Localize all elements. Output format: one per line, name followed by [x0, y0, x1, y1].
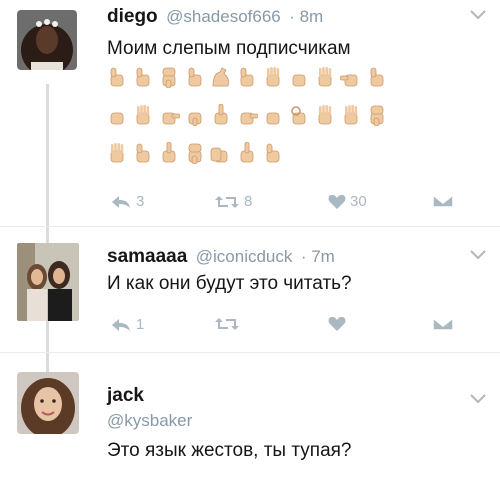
- raised-hand-icon: [131, 104, 155, 126]
- thumbs-down-icon: [157, 66, 181, 88]
- thumbs-up-icon: [105, 66, 129, 88]
- thumbs-up-icon: [131, 66, 155, 88]
- thumbs-up-icon: [131, 142, 155, 164]
- reply-button[interactable]: 3: [110, 193, 144, 210]
- fist-icon: [261, 104, 285, 126]
- direct-message-button[interactable]: [432, 193, 454, 209]
- ok-hand-icon: [287, 104, 311, 126]
- tweet-text: Моим слепым подписчикам: [107, 38, 351, 59]
- fist-icon: [105, 104, 129, 126]
- emoji-row: [105, 104, 389, 126]
- avatar[interactable]: [17, 10, 77, 70]
- vulcan-salute-icon: [261, 66, 285, 88]
- handle[interactable]: @kysbaker: [107, 411, 192, 430]
- thumbs-down-icon: [365, 104, 389, 126]
- timestamp[interactable]: · 7m: [301, 247, 335, 266]
- emoji-row: [105, 66, 389, 88]
- tweet-text: И как они будут это читать?: [107, 273, 352, 294]
- point-down-icon: [183, 104, 207, 126]
- divider: [0, 352, 500, 353]
- chevron-down-icon[interactable]: [468, 8, 488, 22]
- reply-icon: [112, 195, 130, 208]
- thumbs-down-icon: [183, 142, 207, 164]
- thumbs-up-icon: [235, 66, 259, 88]
- heart-icon: [328, 194, 346, 209]
- display-name[interactable]: samaaaa: [107, 246, 187, 267]
- display-name[interactable]: diego: [107, 6, 158, 27]
- point-up-icon: [235, 142, 259, 164]
- raised-hand-icon: [313, 66, 337, 88]
- fist-icon: [287, 66, 311, 88]
- direct-message-button[interactable]: [432, 316, 454, 332]
- like-button[interactable]: 30: [328, 193, 367, 210]
- thumbs-up-icon: [261, 142, 285, 164]
- retweet-icon: [215, 195, 239, 208]
- point-up-icon: [157, 142, 181, 164]
- point-up-icon: [209, 104, 233, 126]
- reply-icon: [112, 318, 130, 331]
- handle[interactable]: @iconicduck: [196, 247, 293, 266]
- envelope-icon: [432, 194, 454, 208]
- chevron-down-icon[interactable]: [468, 392, 488, 406]
- retweet-button[interactable]: [214, 316, 244, 332]
- tweet-text: Это язык жестов, ты тупая?: [107, 440, 352, 461]
- clapping-icon: [209, 142, 233, 164]
- emoji-row: [105, 142, 285, 164]
- retweet-count: 8: [244, 193, 253, 210]
- heart-icon: [328, 316, 346, 331]
- envelope-icon: [432, 317, 454, 331]
- chevron-down-icon[interactable]: [468, 248, 488, 262]
- handle[interactable]: @shadesof666: [166, 7, 281, 26]
- point-left-icon: [339, 66, 363, 88]
- timestamp[interactable]: · 8m: [289, 7, 323, 26]
- point-right-icon: [235, 104, 259, 126]
- display-name[interactable]: jack: [107, 385, 144, 406]
- raised-hand-icon: [105, 142, 129, 164]
- avatar[interactable]: [17, 372, 79, 434]
- reply-count: 3: [136, 193, 145, 210]
- reply-button[interactable]: 1: [110, 316, 144, 333]
- like-button[interactable]: [328, 316, 350, 332]
- thread-line: [46, 84, 49, 374]
- reply-count: 1: [136, 316, 145, 333]
- vulcan-salute-icon: [313, 104, 337, 126]
- retweet-icon: [215, 318, 239, 330]
- retweet-button[interactable]: 8: [214, 193, 252, 210]
- thumbs-up-icon: [183, 66, 207, 88]
- like-count: 30: [350, 193, 367, 210]
- flexed-biceps-icon: [209, 66, 233, 88]
- raised-hand-icon: [339, 104, 363, 126]
- thumbs-up-icon: [365, 66, 389, 88]
- point-right-icon: [157, 104, 181, 126]
- divider: [0, 226, 500, 227]
- avatar[interactable]: [17, 243, 79, 321]
